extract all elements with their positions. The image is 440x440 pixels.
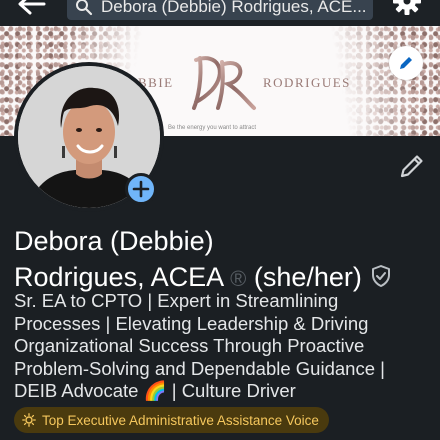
search-query: Debora (Debbie) Rodrigues, ACE... bbox=[101, 0, 366, 16]
add-photo-button[interactable] bbox=[125, 173, 157, 205]
top-voice-badge[interactable]: Top Executive Administrative Assistance … bbox=[14, 407, 329, 433]
back-arrow-icon[interactable] bbox=[14, 0, 50, 20]
edit-banner-button[interactable] bbox=[389, 46, 423, 80]
pencil-icon bbox=[400, 57, 412, 69]
pronouns: (she/her) bbox=[253, 262, 362, 292]
banner-monogram-logo bbox=[192, 56, 256, 110]
banner-brand-right: RODRIGUES bbox=[263, 75, 351, 90]
profile-name-line2: Rodrigues, ACEA bbox=[14, 262, 223, 292]
gear-icon[interactable] bbox=[392, 0, 422, 16]
plus-icon bbox=[132, 180, 150, 198]
search-icon bbox=[76, 0, 93, 16]
top-bar: Debora (Debbie) Rodrigues, ACE... bbox=[0, 0, 440, 26]
edit-profile-pencil-icon[interactable] bbox=[398, 152, 426, 180]
banner-tagline: Be the energy you want to attract bbox=[168, 125, 257, 131]
verified-shield-icon[interactable] bbox=[369, 264, 393, 288]
registered-mark: ® bbox=[230, 266, 247, 291]
sun-icon bbox=[22, 413, 36, 427]
badge-label: Top Executive Administrative Assistance … bbox=[42, 412, 319, 428]
profile-headline: Sr. EA to CPTO | Expert in Streamlining … bbox=[14, 290, 385, 401]
profile-name-line1: Debora (Debbie) bbox=[14, 226, 214, 256]
search-input[interactable]: Debora (Debbie) Rodrigues, ACE... bbox=[67, 0, 373, 20]
profile-name: Debora (Debbie) Rodrigues, ACEA ® (she/h… bbox=[14, 223, 429, 297]
